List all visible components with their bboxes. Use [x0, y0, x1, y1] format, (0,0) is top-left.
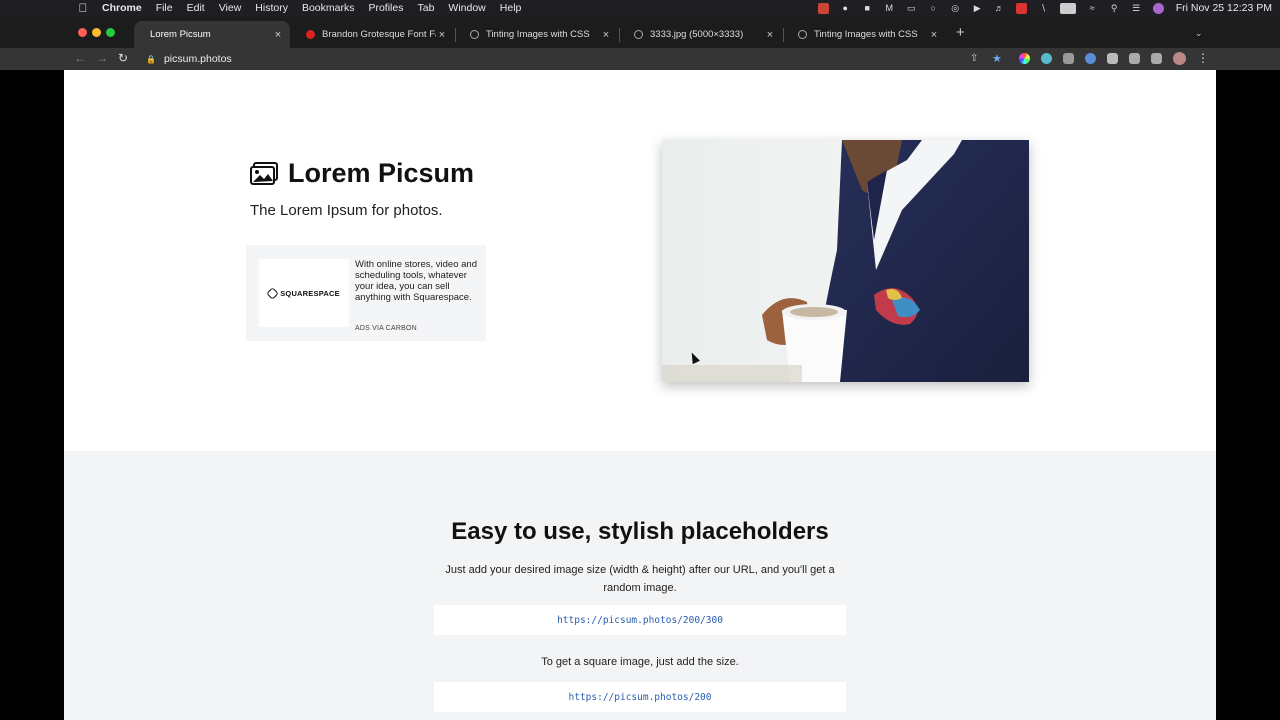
control-center-icon[interactable]: ☰	[1131, 3, 1142, 14]
globe-icon	[798, 30, 807, 39]
wifi-icon[interactable]: ≈	[1087, 3, 1098, 14]
cloud-icon[interactable]: ○	[928, 3, 939, 14]
example-url-1[interactable]: https://picsum.photos/200/300	[557, 615, 723, 626]
tab-brandon-grotesque[interactable]: Brandon Grotesque Font Famil ×	[290, 21, 454, 48]
ad-brand: SQUARESPACE	[280, 288, 340, 298]
extensions-puzzle-icon[interactable]	[1107, 53, 1118, 64]
tab-favicon-icon	[306, 30, 315, 39]
ad-text[interactable]: With online stores, video and scheduling…	[355, 259, 477, 303]
new-tab-button[interactable]: +	[956, 24, 965, 41]
forward-arrow-icon[interactable]: →	[96, 51, 108, 65]
tab-close-icon[interactable]: ×	[436, 29, 448, 41]
color-picker-extension-icon[interactable]	[1019, 53, 1030, 64]
address-bar[interactable]: 🔒 picsum.photos	[138, 50, 968, 68]
menu-history[interactable]: History	[255, 2, 288, 14]
lock-icon[interactable]: 🔒	[146, 55, 156, 64]
tab-title: Lorem Picsum	[150, 29, 211, 40]
tab-lorem-picsum[interactable]: Lorem Picsum ×	[134, 21, 290, 48]
tab-tinting-images-1[interactable]: Tinting Images with CSS ×	[454, 21, 618, 48]
tab-close-icon[interactable]: ×	[928, 29, 940, 41]
section-description: Just add your desired image size (width …	[445, 564, 835, 594]
tab-title: 3333.jpg (5000×3333)	[650, 29, 744, 40]
window-close-button[interactable]	[78, 28, 87, 37]
docker-icon[interactable]: ■	[862, 3, 873, 14]
example-url-box[interactable]: https://picsum.photos/200/300	[434, 605, 846, 635]
browser-toolbar: ← → ↻ 🔒 picsum.photos ⇧ ★ ⋮	[0, 48, 1280, 70]
tab-tinting-images-2[interactable]: Tinting Images with CSS ×	[782, 21, 946, 48]
tab-close-icon[interactable]: ×	[600, 29, 612, 41]
url-text[interactable]: picsum.photos	[164, 53, 232, 65]
example-url-2[interactable]: https://picsum.photos/200	[569, 692, 712, 703]
hero-photo	[662, 140, 1029, 382]
page-tagline: The Lorem Ipsum for photos.	[250, 202, 443, 219]
tab-title: Tinting Images with CSS	[814, 29, 918, 40]
squarespace-logo: SQUARESPACE	[266, 286, 340, 300]
shield-icon[interactable]: ●	[840, 3, 851, 14]
squarespace-logo-icon	[266, 286, 280, 300]
menu-view[interactable]: View	[219, 2, 242, 14]
menu-file[interactable]: File	[156, 2, 173, 14]
hero-heading: Lorem Picsum	[250, 158, 474, 189]
canada-flag-icon[interactable]	[1015, 2, 1027, 14]
tab-search-chevron-down-icon[interactable]: ⌄	[1195, 28, 1203, 39]
menu-tab[interactable]: Tab	[417, 2, 434, 14]
circle-extension-icon[interactable]	[1085, 53, 1096, 64]
menu-help[interactable]: Help	[500, 2, 522, 14]
menu-app-chrome[interactable]: Chrome	[102, 2, 142, 14]
window-minimize-button[interactable]	[92, 28, 101, 37]
volume-icon[interactable]: ♬	[994, 3, 1005, 14]
page-viewport: Lorem Picsum The Lorem Ipsum for photos.…	[64, 70, 1216, 720]
tab-3333-jpg[interactable]: 3333.jpg (5000×3333) ×	[618, 21, 782, 48]
menu-edit[interactable]: Edit	[187, 2, 205, 14]
battery-icon[interactable]	[1059, 2, 1076, 14]
tab-title: Tinting Images with CSS	[486, 29, 590, 40]
siri-icon[interactable]	[1152, 2, 1164, 14]
menu-bookmarks[interactable]: Bookmarks	[302, 2, 355, 14]
menu-profiles[interactable]: Profiles	[368, 2, 403, 14]
more-menu-icon[interactable]: ⋮	[1197, 51, 1209, 65]
ad-image[interactable]: SQUARESPACE	[259, 259, 349, 327]
m-icon[interactable]: M	[884, 3, 895, 14]
status-area: ● ■ M ▭ ○ ◎ ▶ ♬ ∖ ≈ ⚲ ☰ Fri Nov 25 12:23…	[807, 0, 1272, 16]
section-heading: Easy to use, stylish placeholders	[451, 518, 829, 545]
reading-list-icon[interactable]	[1129, 53, 1140, 64]
play-icon[interactable]: ▶	[972, 3, 983, 14]
menu-window[interactable]: Window	[448, 2, 485, 14]
window-zoom-button[interactable]	[106, 28, 115, 37]
tab-title: Brandon Grotesque Font Famil	[322, 29, 436, 40]
creative-cloud-icon[interactable]	[817, 2, 829, 14]
tab-close-icon[interactable]: ×	[272, 29, 284, 41]
photo-man-with-coffee	[662, 140, 1029, 382]
bluetooth-icon[interactable]: ∖	[1038, 3, 1049, 14]
section-description-2: To get a square image, just add the size…	[541, 656, 739, 668]
globe-icon	[470, 30, 479, 39]
k-extension-icon[interactable]	[1063, 53, 1074, 64]
back-arrow-icon[interactable]: ←	[74, 51, 86, 65]
apple-icon[interactable]: 	[76, 1, 90, 15]
side-panel-icon[interactable]	[1151, 53, 1162, 64]
carbon-ad[interactable]: SQUARESPACE With online stores, video an…	[246, 245, 486, 341]
example-url-box[interactable]: https://picsum.photos/200	[434, 682, 846, 712]
ads-via-carbon-link[interactable]: ADS VIA CARBON	[355, 325, 417, 332]
images-icon	[250, 161, 278, 185]
bookmark-star-icon[interactable]: ★	[992, 52, 1002, 65]
time-icon[interactable]: ◎	[950, 3, 961, 14]
screen-icon[interactable]: ▭	[906, 3, 917, 14]
react-devtools-icon[interactable]	[1041, 53, 1052, 64]
reload-icon[interactable]: ↻	[118, 51, 128, 65]
menubar-clock[interactable]: Fri Nov 25 12:23 PM	[1176, 2, 1272, 14]
share-icon[interactable]: ⇧	[970, 53, 978, 64]
profile-avatar[interactable]	[1173, 52, 1186, 65]
globe-icon	[634, 30, 643, 39]
macos-menubar:  Chrome File Edit View History Bookmark…	[0, 0, 1280, 16]
spotlight-icon[interactable]: ⚲	[1109, 3, 1120, 14]
tab-strip: Lorem Picsum × Brandon Grotesque Font Fa…	[0, 16, 1280, 50]
tab-close-icon[interactable]: ×	[764, 29, 776, 41]
features-section: Easy to use, stylish placeholders Just a…	[64, 451, 1216, 720]
page-title: Lorem Picsum	[288, 158, 475, 188]
